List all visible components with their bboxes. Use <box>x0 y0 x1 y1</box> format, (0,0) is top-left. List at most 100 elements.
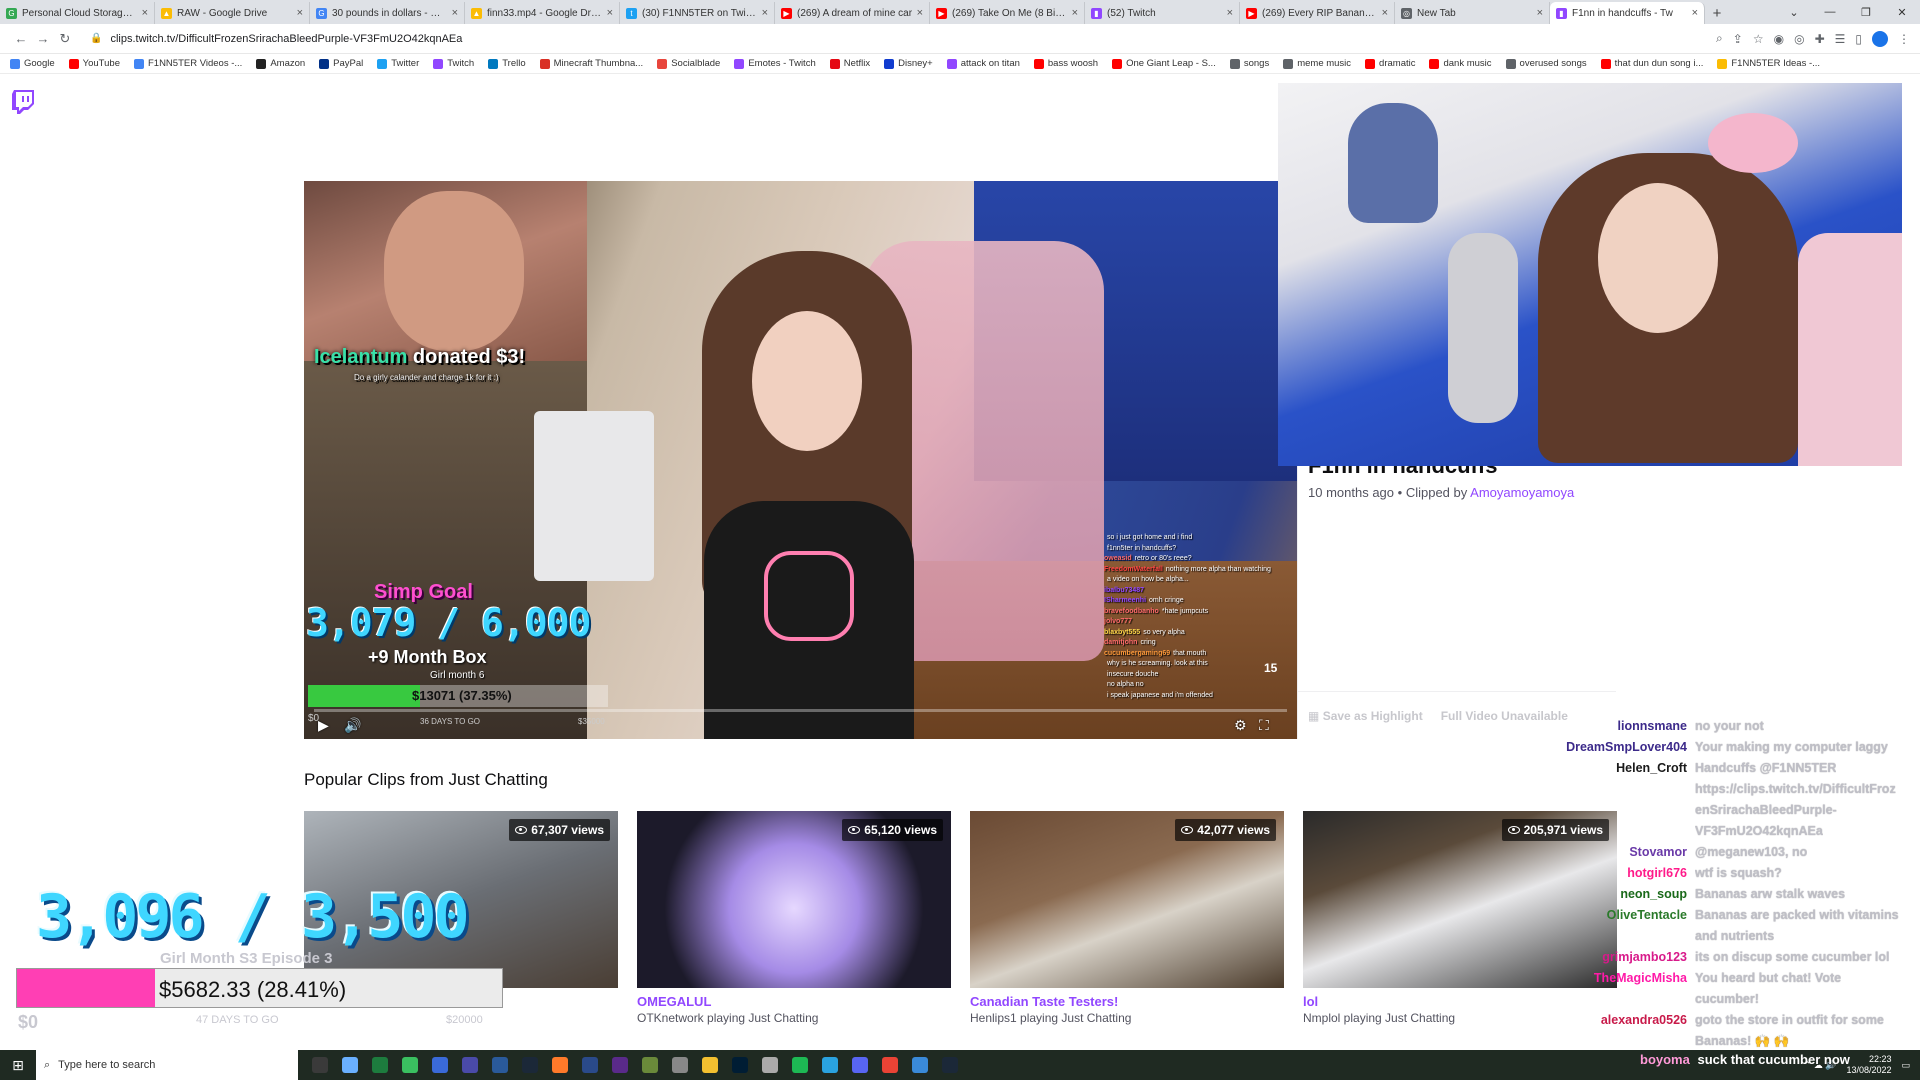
bookmark-item[interactable]: meme music <box>1283 58 1351 69</box>
seek-bar[interactable] <box>314 709 1287 712</box>
bookmark-item[interactable]: PayPal <box>319 58 363 69</box>
extension-icon[interactable]: ◎ <box>1794 32 1804 46</box>
volume-icon[interactable]: 🔊 <box>344 717 361 734</box>
clip-card-subtitle[interactable]: OTKnetwork playing Just Chatting <box>637 1011 951 1025</box>
chat-username[interactable]: DreamSmpLover404 <box>1560 737 1695 758</box>
sidebar-icon[interactable]: ▯ <box>1855 32 1862 46</box>
tab-close-icon[interactable]: × <box>1227 7 1233 19</box>
photoshop-icon[interactable] <box>732 1057 748 1073</box>
tab-close-icon[interactable]: × <box>1072 7 1078 19</box>
app-icon[interactable] <box>942 1057 958 1073</box>
url-field[interactable]: 🔒 clips.twitch.tv/DifficultFrozenSrirach… <box>90 28 1706 50</box>
fullscreen-icon[interactable]: ⛶ <box>1259 717 1269 734</box>
minecraft-icon[interactable] <box>642 1057 658 1073</box>
tab-close-icon[interactable]: × <box>917 7 923 19</box>
app-icon[interactable] <box>582 1057 598 1073</box>
save-highlight-button[interactable]: ▦ Save as Highlight <box>1308 709 1423 723</box>
tab-close-icon[interactable]: × <box>1537 7 1543 19</box>
app-icon[interactable] <box>432 1057 448 1073</box>
taskbar-search[interactable]: ⌕ Type here to search <box>36 1050 298 1080</box>
chat-username[interactable] <box>1560 821 1695 842</box>
bookmark-item[interactable]: overused songs <box>1505 58 1587 69</box>
lock-icon[interactable]: 🔒 <box>90 33 102 44</box>
clip-card[interactable]: 42,077 views Canadian Taste Testers! Henli… <box>970 811 1284 1025</box>
app-icon[interactable] <box>672 1057 688 1073</box>
share-icon[interactable]: ⇪ <box>1733 32 1743 46</box>
notifications-icon[interactable]: ▭ <box>1901 1060 1910 1071</box>
tab-close-icon[interactable]: × <box>1692 7 1698 19</box>
chat-username[interactable]: Stovamor <box>1560 842 1695 863</box>
app-icon[interactable] <box>402 1057 418 1073</box>
chat-username[interactable]: neon_soup <box>1560 884 1695 905</box>
clip-card-title[interactable]: OMEGALUL <box>637 994 951 1009</box>
task-view-icon[interactable] <box>312 1057 328 1073</box>
full-video-button[interactable]: Full Video Unavailable <box>1441 709 1568 723</box>
clip-card[interactable]: 65,120 views OMEGALUL OTKnetwork playing J… <box>637 811 951 1025</box>
tab-close-icon[interactable]: × <box>1382 7 1388 19</box>
spotify-icon[interactable] <box>792 1057 808 1073</box>
tab-close-icon[interactable]: × <box>607 7 613 19</box>
windows-start-icon[interactable]: ⊞ <box>0 1050 36 1080</box>
bookmark-item[interactable]: YouTube <box>68 58 120 69</box>
clipper-link[interactable]: Amoyamoyamoya <box>1470 485 1574 500</box>
clip-card-subtitle[interactable]: Henlips1 playing Just Chatting <box>970 1011 1284 1025</box>
browser-tab[interactable]: ▮ (52) Twitch × <box>1085 2 1240 24</box>
bookmark-item[interactable]: dank music <box>1429 58 1492 69</box>
bookmark-item[interactable]: Minecraft Thumbna... <box>539 58 643 69</box>
app-icon[interactable] <box>612 1057 628 1073</box>
video-player[interactable]: Icelantum donated $3! Do a girly calande… <box>304 181 1297 739</box>
browser-tab[interactable]: ▮ F1nn in handcuffs - Tw × <box>1550 2 1705 24</box>
back-icon[interactable]: ← <box>10 31 32 46</box>
browser-tab[interactable]: G 30 pounds in dollars - Goo × <box>310 2 465 24</box>
reading-list-icon[interactable]: ☰ <box>1835 32 1846 46</box>
app-icon[interactable] <box>552 1057 568 1073</box>
bookmark-star-icon[interactable]: ☆ <box>1753 32 1764 46</box>
chat-username[interactable]: OliveTentacle <box>1560 905 1695 926</box>
excel-icon[interactable] <box>372 1057 388 1073</box>
bookmark-item[interactable]: Netflix <box>829 58 870 69</box>
app-icon[interactable] <box>492 1057 508 1073</box>
bookmark-item[interactable]: F1NN5TER Ideas -... <box>1717 58 1820 69</box>
bookmark-item[interactable]: attack on titan <box>946 58 1020 69</box>
app-icon[interactable] <box>762 1057 778 1073</box>
twitch-logo-icon[interactable] <box>12 90 34 114</box>
bookmark-item[interactable]: Amazon <box>256 58 305 69</box>
clip-card-title[interactable]: Canadian Taste Testers! <box>970 994 1284 1009</box>
telegram-icon[interactable] <box>822 1057 838 1073</box>
clock[interactable]: 22:23 13/08/2022 <box>1846 1054 1891 1076</box>
chat-username[interactable]: grimjambo123 <box>1560 947 1695 968</box>
clip-thumbnail[interactable]: 42,077 views <box>970 811 1284 988</box>
bookmark-item[interactable]: bass woosh <box>1033 58 1098 69</box>
file-explorer-icon[interactable] <box>702 1057 718 1073</box>
bookmark-item[interactable]: songs <box>1229 58 1269 69</box>
chat-username[interactable] <box>1560 926 1695 947</box>
chat-username[interactable] <box>1560 989 1695 1010</box>
chat-username[interactable] <box>1560 779 1695 800</box>
browser-tab[interactable]: ◎ New Tab × <box>1395 2 1550 24</box>
chat-username[interactable] <box>1560 1031 1695 1052</box>
discord-icon[interactable] <box>852 1057 868 1073</box>
forward-icon[interactable]: → <box>32 31 54 46</box>
chat-username[interactable]: Helen_Croft <box>1560 758 1695 779</box>
settings-gear-icon[interactable]: ⚙ <box>1234 717 1247 734</box>
browser-tab[interactable]: t (30) F1NN5TER on Twitter × <box>620 2 775 24</box>
app-icon[interactable] <box>342 1057 358 1073</box>
chat-username[interactable]: lionnsmane <box>1560 716 1695 737</box>
puzzle-icon[interactable]: ✚ <box>1815 32 1825 46</box>
bookmark-item[interactable]: One Giant Leap - S... <box>1112 58 1216 69</box>
minimize-button[interactable]: — <box>1812 0 1848 24</box>
maximize-button[interactable]: ❐ <box>1848 0 1884 24</box>
browser-tab[interactable]: G Personal Cloud Storage & F × <box>0 2 155 24</box>
bookmark-item[interactable]: Emotes - Twitch <box>734 58 816 69</box>
browser-tab[interactable]: ▲ RAW - Google Drive × <box>155 2 310 24</box>
tab-close-icon[interactable]: × <box>142 7 148 19</box>
bookmark-item[interactable]: F1NN5TER Videos -... <box>133 58 242 69</box>
tab-close-icon[interactable]: × <box>297 7 303 19</box>
chat-username[interactable]: TheMagicMisha <box>1560 968 1695 989</box>
chat-username[interactable] <box>1560 800 1695 821</box>
browser-tab[interactable]: ▶ (269) Every RIP Banana by × <box>1240 2 1395 24</box>
steam-icon[interactable] <box>522 1057 538 1073</box>
bookmark-item[interactable]: Twitch <box>433 58 474 69</box>
tab-close-icon[interactable]: × <box>452 7 458 19</box>
chat-username[interactable]: alexandra0526 <box>1560 1010 1695 1031</box>
